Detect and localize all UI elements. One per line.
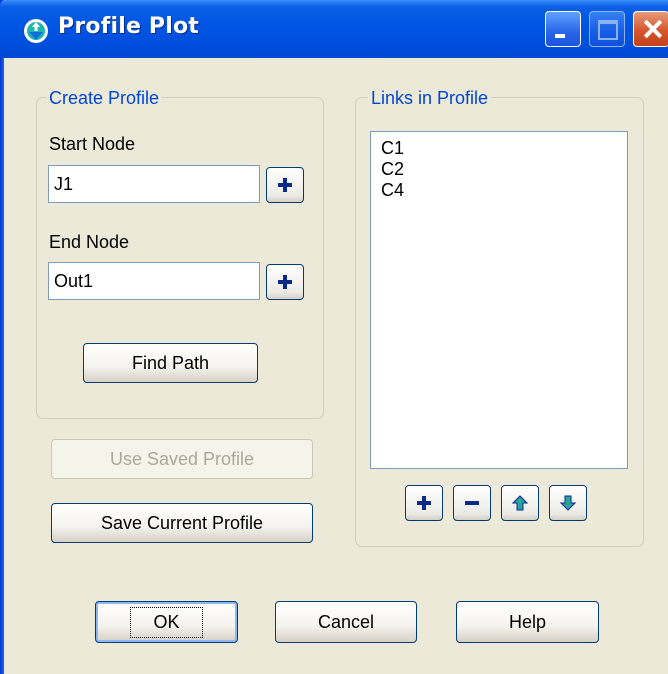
end-node-label: End Node [49,232,130,252]
list-item[interactable]: C4 [381,180,617,201]
help-button[interactable]: Help [456,601,599,643]
save-current-profile-button[interactable]: Save Current Profile [51,503,313,543]
start-node-label: Start Node [49,134,136,154]
list-item[interactable]: C2 [381,159,617,180]
cancel-button[interactable]: Cancel [275,601,417,643]
window-frame-left [0,0,4,674]
move-link-up-button[interactable] [501,485,539,521]
plus-icon [416,495,432,511]
links-in-profile-legend: Links in Profile [368,87,492,109]
list-item[interactable]: C1 [381,138,617,159]
plus-icon [277,274,293,290]
create-profile-legend: Create Profile [46,87,163,109]
find-path-button[interactable]: Find Path [83,343,258,383]
plus-icon [277,177,293,193]
close-button[interactable] [633,11,668,47]
dialog-window: Profile Plot Create Profile Start Node J… [0,0,668,674]
arrow-down-icon [560,495,576,511]
minus-icon [464,495,480,511]
end-node-field[interactable]: Out1 [48,262,260,300]
window-title: Profile Plot [58,14,200,39]
start-node-field[interactable]: J1 [48,165,260,203]
maximize-button[interactable] [589,11,625,47]
arrow-up-icon [512,495,528,511]
minimize-button[interactable] [545,11,581,47]
move-link-down-button[interactable] [549,485,587,521]
app-icon [22,17,50,45]
add-start-node-button[interactable] [266,167,304,203]
ok-button-label: OK [130,606,203,638]
title-bar[interactable]: Profile Plot [0,0,668,58]
ok-button[interactable]: OK [95,601,238,643]
links-listbox[interactable]: C1 C2 C4 [370,131,628,469]
use-saved-profile-button[interactable]: Use Saved Profile [51,439,313,479]
add-end-node-button[interactable] [266,264,304,300]
add-link-button[interactable] [405,485,443,521]
remove-link-button[interactable] [453,485,491,521]
